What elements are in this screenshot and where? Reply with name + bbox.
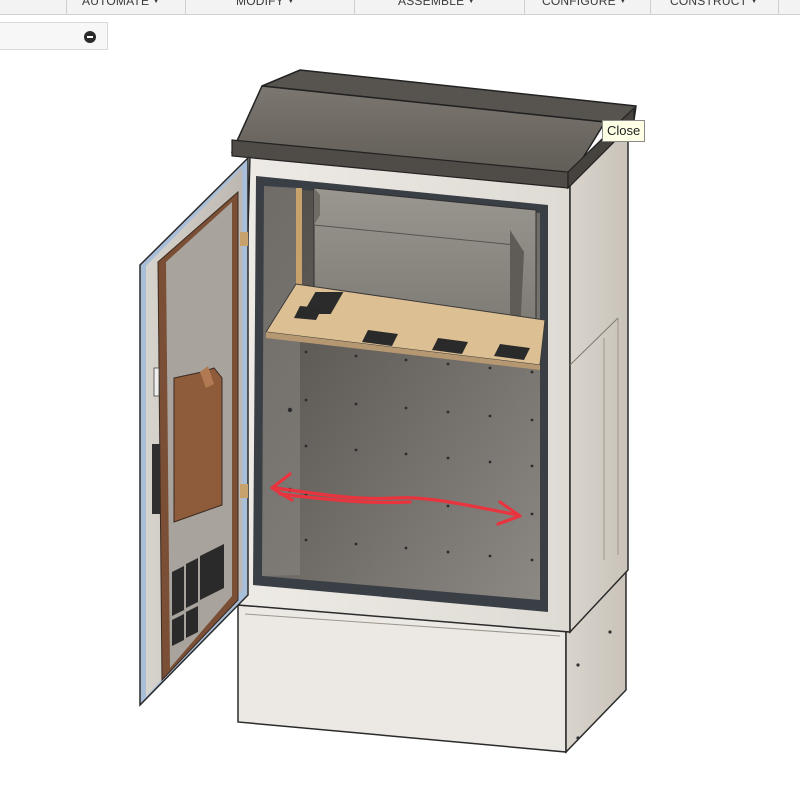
minus-circle-icon[interactable]: [84, 31, 96, 43]
caret-down-icon: ▼: [750, 0, 759, 5]
toolbar-separator: [354, 0, 355, 14]
assemble-label: ASSEMBLE: [398, 0, 465, 8]
toolbar-separator: [185, 0, 186, 14]
cabinet-interior: [253, 176, 548, 612]
toolbar-separator: [66, 0, 67, 14]
configure-menu[interactable]: CONFIGURE ▼: [542, 0, 627, 14]
toolbar-separator: [650, 0, 651, 14]
modify-label: MODIFY: [236, 0, 284, 8]
cabinet-door: [139, 156, 249, 707]
caret-down-icon: ▼: [286, 0, 295, 5]
configure-label: CONFIGURE: [542, 0, 616, 8]
browser-panel-header: [0, 22, 108, 50]
construct-label: CONSTRUCT: [670, 0, 748, 8]
construct-menu[interactable]: CONSTRUCT ▼: [670, 0, 758, 14]
automate-label: AUTOMATE: [82, 0, 150, 8]
caret-down-icon: ▼: [152, 0, 161, 5]
toolbar-separator: [524, 0, 525, 14]
toolbar-separator: [778, 0, 779, 14]
automate-menu[interactable]: AUTOMATE ▼: [82, 0, 160, 14]
ribbon-toolbar: AUTOMATE ▼ MODIFY ▼ ASSEMBLE ▼ CONFIGURE ▼ C…: [0, 0, 800, 15]
assemble-menu[interactable]: ASSEMBLE ▼: [398, 0, 475, 14]
caret-down-icon: ▼: [467, 0, 476, 5]
3d-viewport[interactable]: [0, 0, 800, 800]
caret-down-icon: ▼: [618, 0, 627, 5]
close-tooltip: Close: [602, 120, 646, 142]
cabinet-model[interactable]: [0, 0, 800, 800]
modify-menu[interactable]: MODIFY ▼: [236, 0, 295, 14]
